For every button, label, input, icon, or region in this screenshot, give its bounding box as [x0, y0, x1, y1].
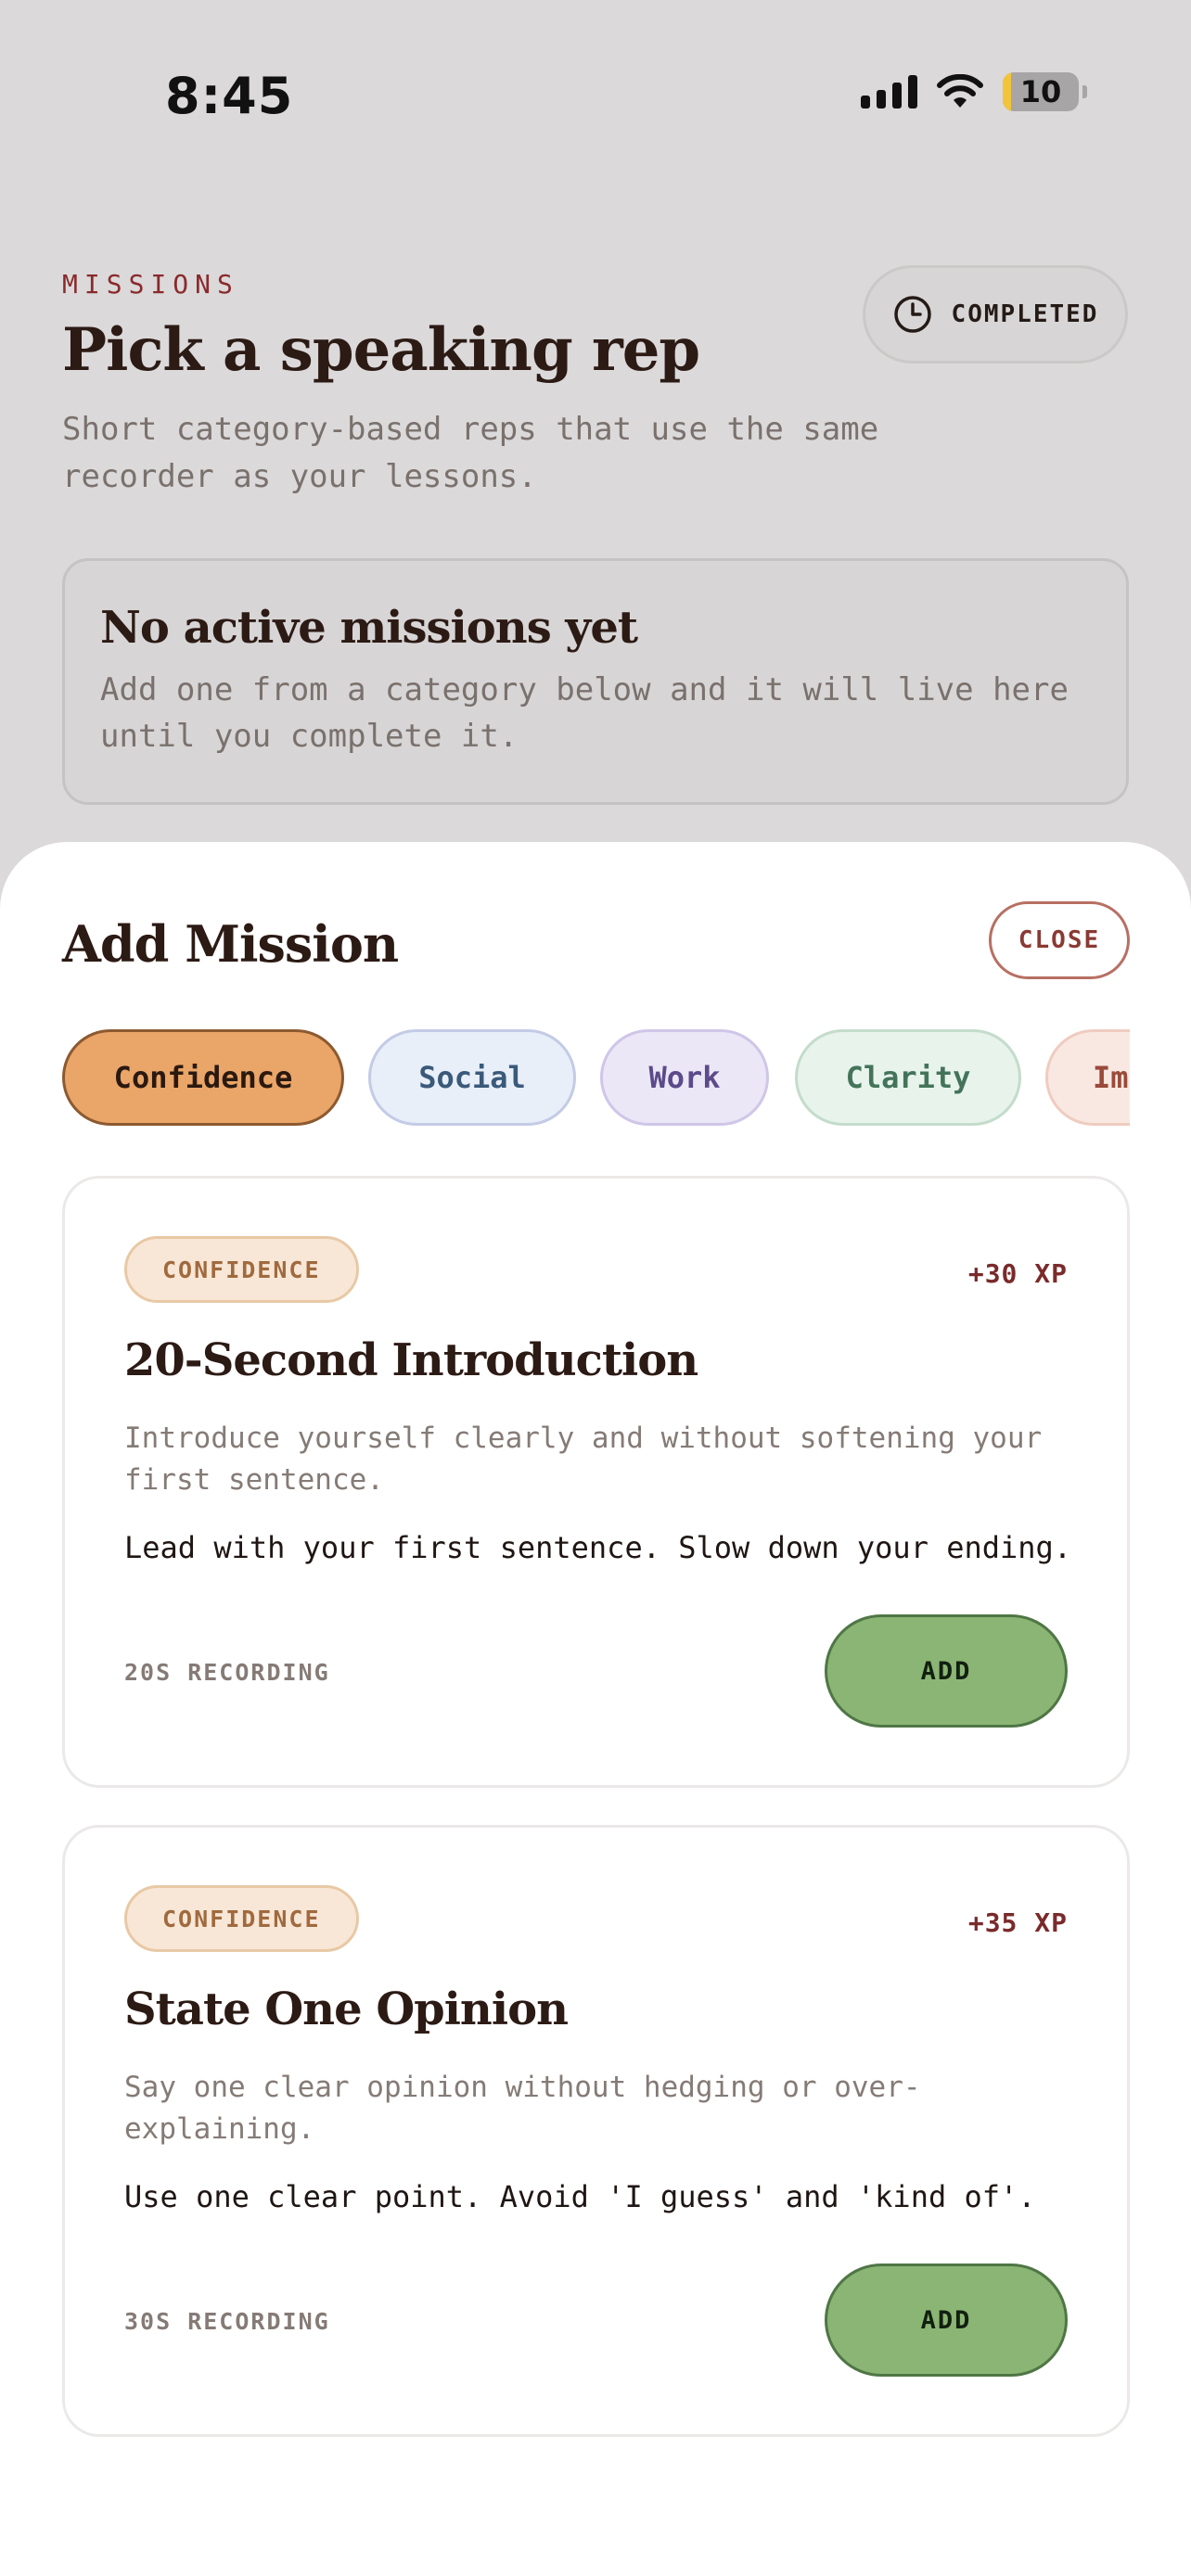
xp-reward: +35 XP: [967, 1907, 1068, 1938]
recording-duration: 20S RECORDING: [124, 1659, 330, 1686]
mission-tip: Use one clear point. Avoid 'I guess' and…: [124, 2179, 1036, 2214]
status-time: 8:45: [165, 67, 294, 125]
category-badge: CONFIDENCE: [124, 1236, 359, 1303]
category-chip-work[interactable]: Work: [600, 1029, 769, 1126]
mission-description: Introduce yourself clearly and without s…: [124, 1422, 1043, 1497]
mission-description: Say one clear opinion without hedging or…: [124, 2071, 921, 2146]
add-mission-button[interactable]: ADD: [825, 1614, 1068, 1728]
close-button[interactable]: CLOSE: [989, 901, 1130, 979]
section-eyebrow: MISSIONS: [62, 269, 239, 300]
category-filter: Confidence Social Work Clarity Im: [62, 1029, 1130, 1129]
mission-card: CONFIDENCE +30 XP 20-Second Introduction…: [62, 1176, 1130, 1788]
category-chip-confidence[interactable]: Confidence: [62, 1029, 344, 1126]
category-chip-clarity[interactable]: Clarity: [795, 1029, 1021, 1126]
xp-reward: +30 XP: [967, 1258, 1068, 1289]
status-icons: 10: [861, 72, 1087, 111]
cellular-signal-icon: [861, 75, 917, 108]
sheet-title: Add Mission: [62, 914, 399, 974]
page-title: Pick a speaking rep: [62, 315, 700, 385]
mission-tip: Lead with your first sentence. Slow down…: [124, 1530, 1072, 1565]
category-chip-social[interactable]: Social: [368, 1029, 576, 1126]
mission-title: State One Opinion: [124, 1983, 569, 2035]
add-mission-button[interactable]: ADD: [825, 2264, 1068, 2377]
category-chip-partial[interactable]: Im: [1045, 1029, 1130, 1126]
empty-state-text: Add one from a category below and it wil…: [100, 671, 1069, 755]
active-missions-empty-card: No active missions yet Add one from a ca…: [62, 558, 1129, 805]
mission-title: 20-Second Introduction: [124, 1334, 698, 1386]
recording-duration: 30S RECORDING: [124, 2308, 330, 2335]
battery-icon: 10: [1003, 72, 1079, 111]
clock-icon: [893, 296, 931, 333]
category-badge: CONFIDENCE: [124, 1885, 359, 1952]
wifi-icon: [937, 74, 983, 108]
page-subtitle: Short category-based reps that use the s…: [62, 411, 879, 495]
completed-button[interactable]: COMPLETED: [863, 265, 1128, 363]
completed-label: COMPLETED: [951, 300, 1099, 328]
empty-state-title: No active missions yet: [100, 602, 638, 654]
missions-screen: 8:45 10 MISSIONS Pick a speaking rep Sho…: [0, 0, 1191, 2576]
mission-card: CONFIDENCE +35 XP State One Opinion Say …: [62, 1825, 1130, 2437]
add-mission-sheet: Add Mission CLOSE Confidence Social Work…: [0, 842, 1191, 2576]
battery-level: 10: [1019, 74, 1062, 109]
